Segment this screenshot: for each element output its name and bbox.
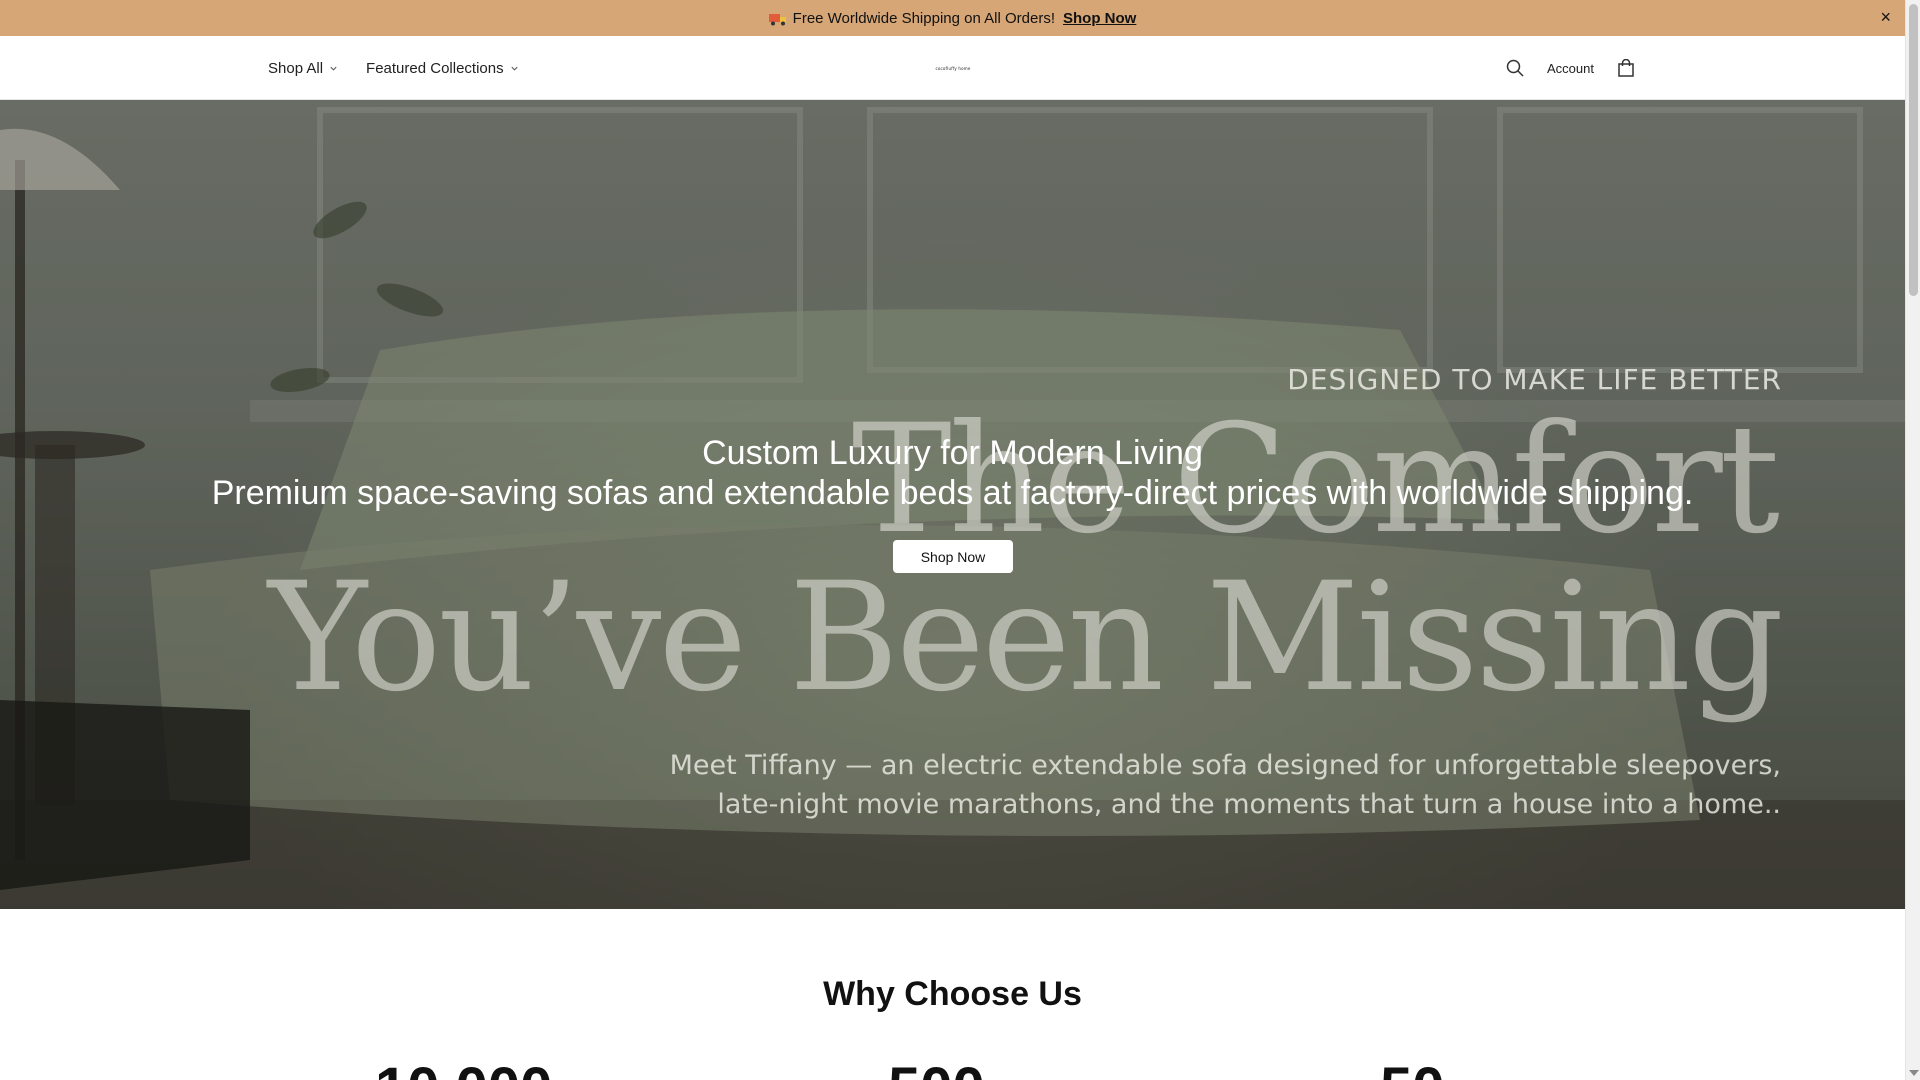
announcement-shop-now-link[interactable]: Shop Now (1063, 10, 1136, 27)
page-scrollbar[interactable] (1905, 0, 1920, 1080)
header-actions: Account (1505, 36, 1636, 100)
why-choose-us-heading: Why Choose Us (823, 975, 1082, 1013)
site-logo[interactable]: cocofluffy home (935, 65, 971, 72)
stats-row: 10,000 500 50 (0, 1060, 1905, 1080)
hero-subtitle: Premium space-saving sofas and extendabl… (211, 474, 1694, 512)
shopping-bag-icon[interactable] (1616, 58, 1636, 78)
hero-description-line1: Meet Tiffany — an electric extendable so… (669, 750, 1781, 781)
search-icon[interactable] (1505, 58, 1525, 78)
scroll-down-arrow-icon[interactable] (1909, 1070, 1919, 1076)
nav-featured-collections-label: Featured Collections (366, 59, 504, 77)
delivery-truck-icon (768, 14, 786, 26)
stat-value: 10,000 (375, 1060, 552, 1080)
hero-description: Meet Tiffany — an electric extendable so… (481, 746, 1781, 824)
hero-description-line2: late-night movie marathons, and the mome… (717, 789, 1781, 820)
hero-headline-line2: You’ve Been Missing (268, 551, 1784, 725)
close-icon[interactable]: × (1880, 8, 1891, 26)
main-nav: Shop All Featured Collections (268, 36, 519, 100)
stat-value: 50 (1380, 1060, 1445, 1080)
stat-value: 500 (888, 1060, 985, 1080)
site-header: Shop All Featured Collections cocofluffy… (0, 36, 1905, 100)
hero-title: Custom Luxury for Modern Living (702, 434, 1203, 472)
nav-shop-all[interactable]: Shop All (268, 60, 338, 77)
chevron-down-icon (511, 66, 518, 71)
nav-shop-all-label: Shop All (268, 59, 324, 77)
logo-text: cocofluffy home (935, 66, 971, 71)
hero-shop-now-button[interactable]: Shop Now (893, 540, 1013, 573)
announcement-bar: Free Worldwide Shipping on All Orders! S… (0, 0, 1905, 36)
hero-tagline-small: DESIGNED TO MAKE LIFE BETTER (1287, 363, 1782, 396)
nav-featured-collections[interactable]: Featured Collections (366, 60, 519, 77)
account-link[interactable]: Account (1547, 61, 1594, 76)
chevron-down-icon (330, 66, 337, 71)
scrollbar-thumb[interactable] (1909, 4, 1918, 296)
announcement-message: Free Worldwide Shipping on All Orders! (792, 9, 1056, 27)
hero-banner: DESIGNED TO MAKE LIFE BETTER The Comfort… (0, 100, 1905, 909)
